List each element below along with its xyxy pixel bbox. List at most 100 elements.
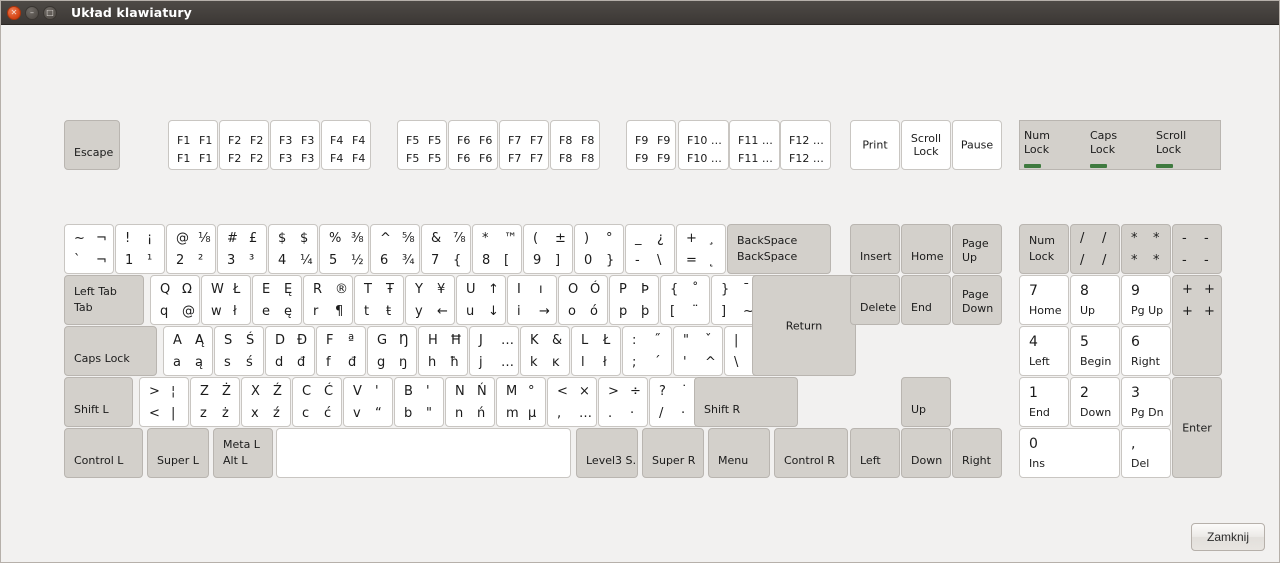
key-tab-2[interactable]: EĘeę [252, 275, 302, 325]
key-home-0[interactable]: AĄaą [163, 326, 213, 376]
window-minimize-icon[interactable]: – [25, 5, 39, 20]
key-numpad-divide[interactable]: / / / / [1070, 224, 1120, 274]
key-shift-0[interactable]: > ¦ < | [139, 377, 189, 427]
key-f7[interactable]: F7 F7 F7 F7 [499, 120, 549, 170]
key-num-3[interactable]: # £3 ³ [217, 224, 267, 274]
key-shift-6[interactable]: NŃnń [445, 377, 495, 427]
key-page-up[interactable]: Page Up [952, 224, 1002, 274]
window-maximize-icon[interactable]: □ [43, 5, 57, 20]
key-tab-5[interactable]: Y ¥ y ← [405, 275, 455, 325]
key-home-1[interactable]: SŚsś [214, 326, 264, 376]
key-num-0[interactable]: ~ ¬ ` ¬ [64, 224, 114, 274]
key-numpad-enter[interactable]: Enter [1172, 377, 1222, 478]
key-f8[interactable]: F8 F8 F8 F8 [550, 120, 600, 170]
key-shift-3[interactable]: CĆcć [292, 377, 342, 427]
key-tab-0[interactable]: Q Ωq @ [150, 275, 200, 325]
key-num-5[interactable]: % ⅜ 5 ½ [319, 224, 369, 274]
key-insert[interactable]: Insert [850, 224, 900, 274]
close-button[interactable]: Zamknij [1191, 523, 1265, 551]
key-shift-right[interactable]: Shift R [694, 377, 798, 427]
key-numpad-6[interactable]: 6 Right [1121, 326, 1171, 376]
key-shift-left[interactable]: Shift L [64, 377, 133, 427]
key-control-left[interactable]: Control L [64, 428, 143, 478]
key-num-7[interactable]: & ⅞ 7 { [421, 224, 471, 274]
key-shift-2[interactable]: XŹxź [241, 377, 291, 427]
key-shift-7[interactable]: M ° m µ [496, 377, 546, 427]
key-scroll-lock[interactable]: Scroll Lock [901, 120, 951, 170]
key-numpad-9[interactable]: 9 Pg Up [1121, 275, 1171, 325]
key-f9[interactable]: F9 F9 F9 F9 [626, 120, 676, 170]
key-page-down[interactable]: Page Down [952, 275, 1002, 325]
key-home-8[interactable]: LŁl ł [571, 326, 621, 376]
key-caps-lock[interactable]: Caps Lock [64, 326, 157, 376]
key-shift-9[interactable]: > ÷. · [598, 377, 648, 427]
key-arrow-right[interactable]: Right [952, 428, 1002, 478]
key-numpad-2[interactable]: 2 Down [1070, 377, 1120, 427]
key-numpad-3[interactable]: 3 Pg Dn [1121, 377, 1171, 427]
key-home-3[interactable]: Fª f đ [316, 326, 366, 376]
key-num-9[interactable]: (±9] [523, 224, 573, 274]
key-numpad-7[interactable]: 7 Home [1019, 275, 1069, 325]
key-arrow-up[interactable]: Up [901, 377, 951, 427]
key-backspace[interactable]: BackSpace BackSpace [727, 224, 831, 274]
key-numpad-8[interactable]: 8 Up [1070, 275, 1120, 325]
key-numpad-decimal[interactable]: , Del [1121, 428, 1171, 478]
key-control-right[interactable]: Control R [774, 428, 848, 478]
key-home-5[interactable]: HĦhħ [418, 326, 468, 376]
key-tab-4[interactable]: TŦt ŧ [354, 275, 404, 325]
key-num-10[interactable]: ) ° 0} [574, 224, 624, 274]
key-numpad-multiply[interactable]: * * * * [1121, 224, 1171, 274]
key-home-6[interactable]: J… j… [469, 326, 519, 376]
key-f2[interactable]: F2 F2 F2 F2 [219, 120, 269, 170]
key-home[interactable]: Home [901, 224, 951, 274]
key-shift-8[interactable]: < ×,… [547, 377, 597, 427]
key-f12[interactable]: F12 … F12 … [780, 120, 831, 170]
key-tab-10[interactable]: {˚ [¨ [660, 275, 710, 325]
key-f3[interactable]: F3 F3 F3 F3 [270, 120, 320, 170]
key-super-right[interactable]: Super R [642, 428, 704, 478]
key-home-4[interactable]: GŊgŋ [367, 326, 417, 376]
key-numpad-5[interactable]: 5 Begin [1070, 326, 1120, 376]
window-close-icon[interactable]: ✕ [7, 5, 21, 20]
key-f1[interactable]: F1 F1 F1 F1 [168, 120, 218, 170]
key-alt-left[interactable]: Meta L Alt L [213, 428, 273, 478]
key-home-9[interactable]: : ˝; ´ [622, 326, 672, 376]
key-num-2[interactable]: @ ⅛ 2 ² [166, 224, 216, 274]
key-tab-1[interactable]: WŁwł [201, 275, 251, 325]
key-print[interactable]: Print [850, 120, 900, 170]
key-space[interactable] [276, 428, 571, 478]
key-tab-8[interactable]: OÓoó [558, 275, 608, 325]
key-numpad-4[interactable]: 4 Left [1019, 326, 1069, 376]
key-num-12[interactable]: + ¸ = ˛ [676, 224, 726, 274]
key-tab-3[interactable]: R ® r ¶ [303, 275, 353, 325]
key-num-1[interactable]: ! ¡ 1 ¹ [115, 224, 165, 274]
key-tab-7[interactable]: Iı i → [507, 275, 557, 325]
key-home-7[interactable]: K & k ĸ [520, 326, 570, 376]
key-arrow-left[interactable]: Left [850, 428, 900, 478]
key-tab-6[interactable]: U ↑ u ↓ [456, 275, 506, 325]
key-delete[interactable]: Delete [850, 275, 900, 325]
key-f5[interactable]: F5 F5 F5 F5 [397, 120, 447, 170]
key-f4[interactable]: F4 F4 F4 F4 [321, 120, 371, 170]
key-escape[interactable]: Escape [64, 120, 120, 170]
key-tab[interactable]: Left Tab Tab [64, 275, 144, 325]
key-num-11[interactable]: _ ¿ - \ [625, 224, 675, 274]
key-level3-shift[interactable]: Level3 S… [576, 428, 638, 478]
key-arrow-down[interactable]: Down [901, 428, 951, 478]
key-num-lock[interactable]: Num Lock [1019, 224, 1069, 274]
key-num-8[interactable]: * ™ 8 [ [472, 224, 522, 274]
key-numpad-0[interactable]: 0 Ins [1019, 428, 1120, 478]
key-f10[interactable]: F10 … F10 … [678, 120, 729, 170]
key-shift-10[interactable]: ? ˙ / · [649, 377, 699, 427]
key-menu[interactable]: Menu [708, 428, 770, 478]
key-home-2[interactable]: DĐdđ [265, 326, 315, 376]
key-tab-9[interactable]: PÞpþ [609, 275, 659, 325]
key-home-10[interactable]: " ˇ ' ^ [673, 326, 723, 376]
key-end[interactable]: End [901, 275, 951, 325]
key-f6[interactable]: F6 F6 F6 F6 [448, 120, 498, 170]
key-numpad-minus[interactable]: - - - - [1172, 224, 1222, 274]
key-shift-4[interactable]: V ' v “ [343, 377, 393, 427]
key-super-left[interactable]: Super L [147, 428, 209, 478]
key-shift-1[interactable]: ZŻzż [190, 377, 240, 427]
key-num-4[interactable]: $ $4 ¼ [268, 224, 318, 274]
